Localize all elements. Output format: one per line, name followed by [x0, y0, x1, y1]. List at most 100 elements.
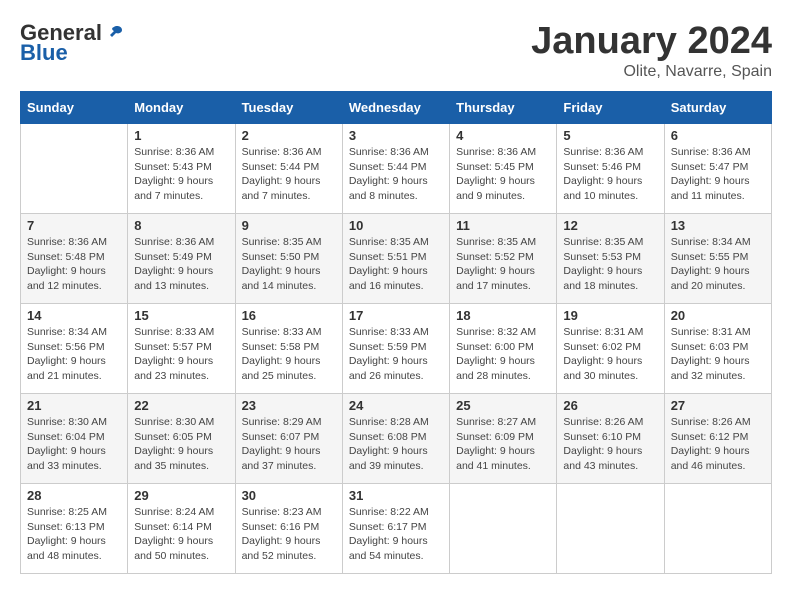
calendar-cell: 9 Sunrise: 8:35 AMSunset: 5:50 PMDaylight…: [235, 214, 342, 304]
day-number: 6: [671, 128, 765, 143]
calendar-week-row: 21 Sunrise: 8:30 AMSunset: 6:04 PMDayligh…: [21, 394, 772, 484]
day-number: 18: [456, 308, 550, 323]
calendar-cell: 12 Sunrise: 8:35 AMSunset: 5:53 PMDayligh…: [557, 214, 664, 304]
col-friday: Friday: [557, 92, 664, 124]
day-info: Sunrise: 8:36 AMSunset: 5:48 PMDaylight:…: [27, 235, 121, 294]
day-number: 16: [242, 308, 336, 323]
day-number: 7: [27, 218, 121, 233]
calendar-cell: 29 Sunrise: 8:24 AMSunset: 6:14 PMDayligh…: [128, 484, 235, 574]
day-info: Sunrise: 8:25 AMSunset: 6:13 PMDaylight:…: [27, 505, 121, 564]
day-info: Sunrise: 8:34 AMSunset: 5:55 PMDaylight:…: [671, 235, 765, 294]
day-info: Sunrise: 8:29 AMSunset: 6:07 PMDaylight:…: [242, 415, 336, 474]
day-info: Sunrise: 8:35 AMSunset: 5:53 PMDaylight:…: [563, 235, 657, 294]
day-info: Sunrise: 8:34 AMSunset: 5:56 PMDaylight:…: [27, 325, 121, 384]
day-number: 17: [349, 308, 443, 323]
calendar-cell: 18 Sunrise: 8:32 AMSunset: 6:00 PMDayligh…: [450, 304, 557, 394]
calendar-cell: 20Sunrise: 8:31 AMSunset: 6:03 PMDayligh…: [664, 304, 771, 394]
month-title: January 2024: [531, 20, 772, 63]
day-info: Sunrise: 8:26 AMSunset: 6:10 PMDaylight:…: [563, 415, 657, 474]
header: General Blue January 2024 Olite, Navarre…: [20, 20, 772, 81]
calendar-cell: 27 Sunrise: 8:26 AMSunset: 6:12 PMDayligh…: [664, 394, 771, 484]
day-number: 25: [456, 398, 550, 413]
day-number: 29: [134, 488, 228, 503]
day-info: Sunrise: 8:30 AMSunset: 6:04 PMDaylight:…: [27, 415, 121, 474]
day-info: Sunrise: 8:36 AMSunset: 5:44 PMDaylight:…: [349, 145, 443, 204]
day-info: Sunrise: 8:36 AMSunset: 5:44 PMDaylight:…: [242, 145, 336, 204]
calendar-cell: 28 Sunrise: 8:25 AMSunset: 6:13 PMDayligh…: [21, 484, 128, 574]
calendar-cell: 13 Sunrise: 8:34 AMSunset: 5:55 PMDayligh…: [664, 214, 771, 304]
calendar-cell: 3 Sunrise: 8:36 AMSunset: 5:44 PMDaylight…: [342, 124, 449, 214]
day-number: 24: [349, 398, 443, 413]
day-info: Sunrise: 8:24 AMSunset: 6:14 PMDaylight:…: [134, 505, 228, 564]
calendar-cell: 2Sunrise: 8:36 AMSunset: 5:44 PMDaylight…: [235, 124, 342, 214]
calendar-cell: 6 Sunrise: 8:36 AMSunset: 5:47 PMDaylight…: [664, 124, 771, 214]
day-info: Sunrise: 8:33 AMSunset: 5:57 PMDaylight:…: [134, 325, 228, 384]
calendar-cell: 11 Sunrise: 8:35 AMSunset: 5:52 PMDayligh…: [450, 214, 557, 304]
calendar-cell: [450, 484, 557, 574]
day-info: Sunrise: 8:36 AMSunset: 5:49 PMDaylight:…: [134, 235, 228, 294]
calendar-cell: 19 Sunrise: 8:31 AMSunset: 6:02 PMDayligh…: [557, 304, 664, 394]
day-number: 1: [134, 128, 228, 143]
day-number: 19: [563, 308, 657, 323]
day-number: 12: [563, 218, 657, 233]
day-number: 14: [27, 308, 121, 323]
day-number: 28: [27, 488, 121, 503]
day-number: 26: [563, 398, 657, 413]
day-info: Sunrise: 8:36 AMSunset: 5:45 PMDaylight:…: [456, 145, 550, 204]
col-monday: Monday: [128, 92, 235, 124]
day-info: Sunrise: 8:35 AMSunset: 5:51 PMDaylight:…: [349, 235, 443, 294]
day-number: 4: [456, 128, 550, 143]
calendar-cell: 30Sunrise: 8:23 AMSunset: 6:16 PMDayligh…: [235, 484, 342, 574]
calendar-cell: 7 Sunrise: 8:36 AMSunset: 5:48 PMDaylight…: [21, 214, 128, 304]
day-info: Sunrise: 8:31 AMSunset: 6:02 PMDaylight:…: [563, 325, 657, 384]
day-number: 15: [134, 308, 228, 323]
calendar-cell: 10 Sunrise: 8:35 AMSunset: 5:51 PMDayligh…: [342, 214, 449, 304]
calendar-cell: 15 Sunrise: 8:33 AMSunset: 5:57 PMDayligh…: [128, 304, 235, 394]
col-thursday: Thursday: [450, 92, 557, 124]
day-info: Sunrise: 8:35 AMSunset: 5:52 PMDaylight:…: [456, 235, 550, 294]
calendar-cell: 21 Sunrise: 8:30 AMSunset: 6:04 PMDayligh…: [21, 394, 128, 484]
calendar-cell: 14 Sunrise: 8:34 AMSunset: 5:56 PMDayligh…: [21, 304, 128, 394]
col-sunday: Sunday: [21, 92, 128, 124]
day-number: 10: [349, 218, 443, 233]
day-info: Sunrise: 8:32 AMSunset: 6:00 PMDaylight:…: [456, 325, 550, 384]
day-info: Sunrise: 8:23 AMSunset: 6:16 PMDaylight:…: [242, 505, 336, 564]
calendar-cell: 26 Sunrise: 8:26 AMSunset: 6:10 PMDayligh…: [557, 394, 664, 484]
day-info: Sunrise: 8:26 AMSunset: 6:12 PMDaylight:…: [671, 415, 765, 474]
calendar-week-row: 14 Sunrise: 8:34 AMSunset: 5:56 PMDayligh…: [21, 304, 772, 394]
day-number: 11: [456, 218, 550, 233]
day-number: 13: [671, 218, 765, 233]
day-number: 22: [134, 398, 228, 413]
calendar-cell: [557, 484, 664, 574]
day-info: Sunrise: 8:35 AMSunset: 5:50 PMDaylight:…: [242, 235, 336, 294]
day-number: 21: [27, 398, 121, 413]
calendar-cell: 24 Sunrise: 8:28 AMSunset: 6:08 PMDayligh…: [342, 394, 449, 484]
day-info: Sunrise: 8:36 AMSunset: 5:47 PMDaylight:…: [671, 145, 765, 204]
calendar-cell: 23 Sunrise: 8:29 AMSunset: 6:07 PMDayligh…: [235, 394, 342, 484]
calendar-body: 1Sunrise: 8:36 AMSunset: 5:43 PMDaylight…: [21, 124, 772, 574]
calendar-cell: 1Sunrise: 8:36 AMSunset: 5:43 PMDaylight…: [128, 124, 235, 214]
calendar-cell: [664, 484, 771, 574]
calendar-cell: 4 Sunrise: 8:36 AMSunset: 5:45 PMDaylight…: [450, 124, 557, 214]
calendar-week-row: 7 Sunrise: 8:36 AMSunset: 5:48 PMDaylight…: [21, 214, 772, 304]
day-info: Sunrise: 8:22 AMSunset: 6:17 PMDaylight:…: [349, 505, 443, 564]
day-info: Sunrise: 8:27 AMSunset: 6:09 PMDaylight:…: [456, 415, 550, 474]
calendar-table: Sunday Monday Tuesday Wednesday Thursday…: [20, 91, 772, 574]
calendar-cell: 25 Sunrise: 8:27 AMSunset: 6:09 PMDayligh…: [450, 394, 557, 484]
calendar-cell: 5Sunrise: 8:36 AMSunset: 5:46 PMDaylight…: [557, 124, 664, 214]
day-number: 23: [242, 398, 336, 413]
calendar-header: Sunday Monday Tuesday Wednesday Thursday…: [21, 92, 772, 124]
header-row: Sunday Monday Tuesday Wednesday Thursday…: [21, 92, 772, 124]
calendar-week-row: 1Sunrise: 8:36 AMSunset: 5:43 PMDaylight…: [21, 124, 772, 214]
day-number: 27: [671, 398, 765, 413]
day-number: 3: [349, 128, 443, 143]
col-wednesday: Wednesday: [342, 92, 449, 124]
title-area: January 2024 Olite, Navarre, Spain: [531, 20, 772, 81]
col-saturday: Saturday: [664, 92, 771, 124]
calendar-cell: 31Sunrise: 8:22 AMSunset: 6:17 PMDayligh…: [342, 484, 449, 574]
day-number: 9: [242, 218, 336, 233]
day-info: Sunrise: 8:30 AMSunset: 6:05 PMDaylight:…: [134, 415, 228, 474]
day-info: Sunrise: 8:33 AMSunset: 5:58 PMDaylight:…: [242, 325, 336, 384]
calendar-cell: [21, 124, 128, 214]
day-info: Sunrise: 8:28 AMSunset: 6:08 PMDaylight:…: [349, 415, 443, 474]
